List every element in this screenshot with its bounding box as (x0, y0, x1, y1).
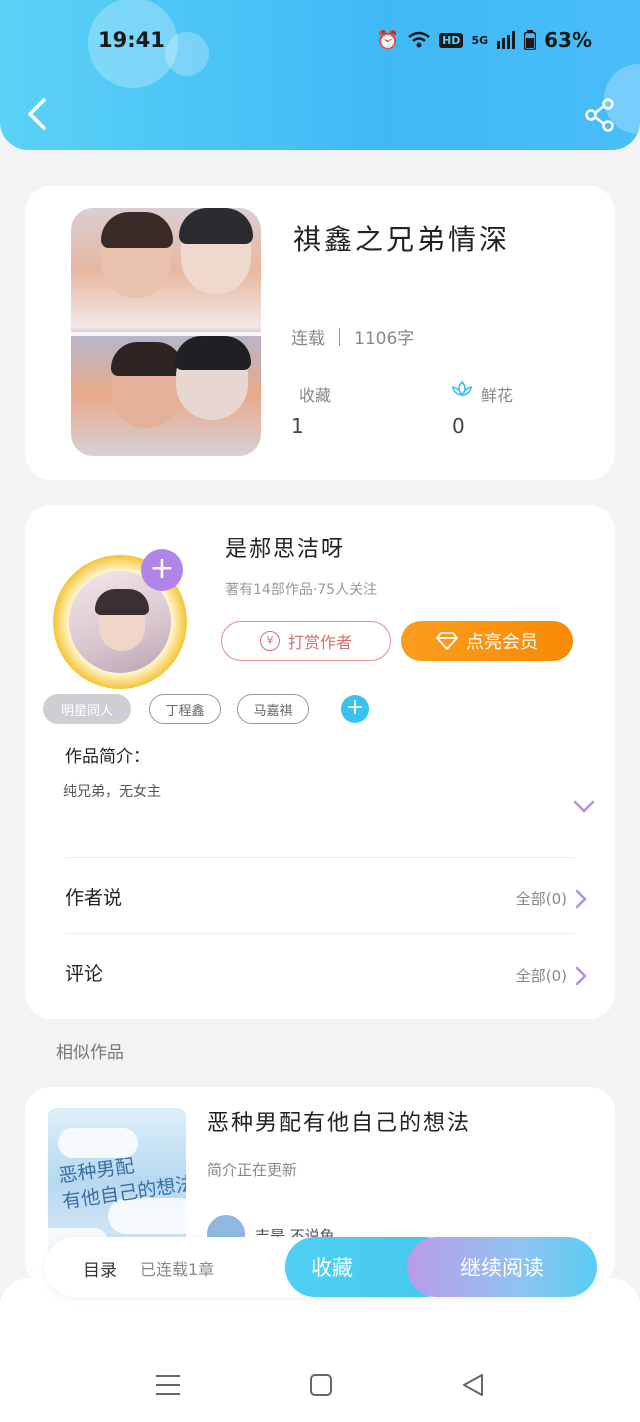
back-icon[interactable] (22, 96, 52, 132)
vip-button[interactable]: 点亮会员 (401, 621, 573, 661)
divider (65, 857, 575, 858)
comments-label[interactable]: 评论 (65, 959, 103, 986)
add-tag-button[interactable]: + (341, 695, 369, 723)
bottom-action-bar: 目录 已连载1章 收藏 继续阅读 (45, 1237, 597, 1297)
book-status: 连载 (291, 329, 325, 349)
status-time: 19:41 (98, 28, 165, 52)
intro-title: 作品简介： (65, 747, 150, 767)
decor-bubble (165, 32, 209, 76)
yen-icon: ¥ (259, 631, 280, 651)
similar-work-desc: 简介正在更新 (207, 1161, 298, 1179)
author-says-count: 全部(0) (515, 890, 567, 908)
continue-reading-button[interactable]: 继续阅读 (407, 1237, 597, 1297)
chevron-down-icon[interactable] (573, 800, 595, 814)
author-stats: 著有14部作品·75人关注 (225, 582, 378, 598)
book-info-card: 祺鑫之兄弟情深 连载 1106字 收藏 1 鲜花 0 (25, 186, 615, 480)
author-card: + 是郝思洁呀 著有14部作品·75人关注 ¥ 打赏作者 点亮会员 明星同人 丁… (25, 505, 615, 1019)
favorites-count: 1 (291, 414, 304, 438)
network-label: 5G (471, 33, 489, 47)
author-says-label[interactable]: 作者说 (65, 883, 122, 910)
comments-count: 全部(0) (515, 967, 567, 985)
catalog-button[interactable]: 目录 (83, 1256, 117, 1281)
share-icon[interactable] (584, 98, 616, 132)
home-icon[interactable] (306, 1370, 336, 1400)
status-icons: ⏰ HD 5G 63% (377, 28, 592, 52)
flower-icon (452, 380, 472, 397)
battery-icon (524, 30, 537, 50)
bottom-area (0, 1278, 640, 1422)
intro-text: 纯兄弟，无女主 (63, 784, 161, 800)
favorites-label: 收藏 (299, 386, 332, 405)
menu-icon[interactable] (153, 1370, 183, 1400)
avatar-hair (95, 589, 149, 615)
meta-separator (339, 327, 340, 346)
author-says-all[interactable]: 全部(0) (516, 888, 587, 909)
chapter-status: 已连载1章 (140, 1260, 215, 1279)
follow-button[interactable]: + (141, 549, 183, 591)
cover-divider (71, 332, 261, 336)
chevron-right-icon (575, 966, 587, 985)
wifi-icon (408, 31, 430, 48)
signal-icon (497, 31, 516, 49)
divider (65, 933, 575, 934)
cover-figure (101, 212, 173, 248)
tag-item[interactable]: 马嘉祺 (237, 694, 309, 724)
flowers-label: 鲜花 (481, 386, 514, 405)
similar-work-title: 恶种男配有他自己的想法 (207, 1111, 472, 1136)
author-name[interactable]: 是郝思洁呀 (225, 531, 345, 563)
tip-author-label: 打赏作者 (287, 633, 352, 652)
similar-section-title: 相似作品 (56, 1043, 124, 1063)
diamond-icon (436, 632, 458, 650)
tag-item[interactable]: 丁程鑫 (149, 694, 221, 724)
tip-author-button[interactable]: ¥ 打赏作者 (221, 621, 391, 661)
back-triangle-icon[interactable] (458, 1370, 488, 1400)
alarm-icon: ⏰ (376, 29, 400, 51)
book-meta: 连载 1106字 (291, 324, 414, 349)
book-word-count: 1106字 (354, 329, 415, 349)
chevron-right-icon (575, 889, 587, 908)
vip-label: 点亮会员 (466, 632, 538, 653)
app-header: 19:41 ⏰ HD 5G 63% (0, 0, 640, 150)
book-cover[interactable] (71, 208, 261, 456)
tag-item[interactable]: 明星同人 (43, 694, 131, 724)
cover-figure (175, 336, 251, 370)
book-title: 祺鑫之兄弟情深 (293, 223, 511, 256)
flowers-count: 0 (452, 414, 465, 438)
cover-figure (179, 208, 253, 244)
battery-percent: 63% (544, 28, 592, 52)
hd-badge: HD (439, 32, 464, 48)
cover-figure (111, 342, 183, 376)
comments-all[interactable]: 全部(0) (516, 965, 587, 986)
